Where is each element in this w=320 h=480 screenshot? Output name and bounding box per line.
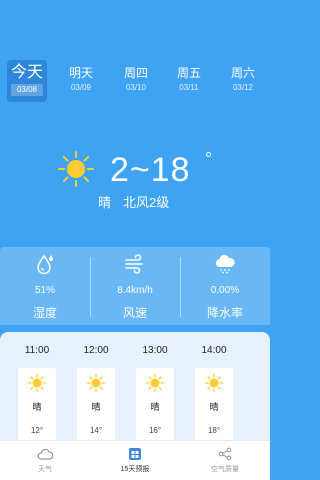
hour-condition: 晴 <box>209 402 219 412</box>
day-tabs: 今天 03/08 明天 03/09 周四 03/10 周五 03/11 周六 0… <box>0 60 270 104</box>
hourly-item[interactable]: 14:00 晴 18° <box>189 344 239 440</box>
hour-time: 11:00 <box>24 345 50 356</box>
hourly-item[interactable]: 13:00 晴 16° <box>130 344 180 440</box>
day-name: 周四 <box>123 66 148 80</box>
precipitation-value: 0.00% <box>210 285 240 296</box>
rain-cloud-icon <box>215 255 235 274</box>
sun-icon <box>28 374 46 392</box>
wind-icon <box>125 254 143 274</box>
wind-text: 北风2级 <box>123 195 170 210</box>
humidity-icon <box>37 254 53 275</box>
stat-precipitation: 0.00% 降水率 <box>180 247 270 325</box>
hourly-item[interactable]: 11:00 晴 12° <box>12 344 62 440</box>
humidity-value: 51% <box>34 285 55 296</box>
bottom-nav: 天气 15天预报 空气质量 <box>0 440 270 480</box>
day-name: 周五 <box>176 66 201 80</box>
day-name: 明天 <box>68 66 93 80</box>
current-condition: 晴北风2级 <box>98 194 169 212</box>
day-date: 03/09 <box>70 83 92 92</box>
hour-time: 14:00 <box>201 345 227 356</box>
day-tab-tomorrow[interactable]: 明天 03/09 <box>61 60 101 102</box>
day-date: 03/10 <box>125 83 147 92</box>
hourly-forecast: 11:00 晴 12° 12:00 晴 14° 13:00 晴 16° 14:0… <box>0 332 270 440</box>
cloud-icon <box>37 448 53 460</box>
hour-temp: 14° <box>89 426 103 435</box>
day-date: 03/11 <box>179 83 199 92</box>
condition-text: 晴 <box>98 195 112 210</box>
sun-icon <box>87 374 105 392</box>
humidity-label: 湿度 <box>32 306 57 320</box>
hour-temp: 12° <box>30 426 44 435</box>
hour-condition: 晴 <box>91 402 101 412</box>
day-name: 周六 <box>230 66 255 80</box>
nav-label: 天气 <box>38 466 52 473</box>
share-icon <box>218 447 232 461</box>
sun-icon <box>205 374 223 392</box>
hour-condition: 晴 <box>32 402 42 412</box>
stats-panel: 51% 湿度 8.4km/h 风速 0.00% 降水率 <box>0 247 270 325</box>
hourly-item[interactable]: 12:00 晴 14° <box>71 344 121 440</box>
day-name: 今天 <box>10 64 43 81</box>
day-date: 03/08 <box>11 84 43 96</box>
hour-temp: 16° <box>148 426 162 435</box>
degree-symbol: ° <box>205 149 213 169</box>
sun-icon <box>58 151 94 187</box>
day-tab-thursday[interactable]: 周四 03/10 <box>116 60 156 102</box>
hour-time: 13:00 <box>142 345 168 356</box>
nav-air-quality[interactable]: 空气质量 <box>180 441 270 480</box>
day-date: 03/12 <box>232 83 254 92</box>
day-tab-today[interactable]: 今天 03/08 <box>7 60 47 102</box>
sun-icon <box>146 374 164 392</box>
nav-label: 空气质量 <box>211 466 239 473</box>
precipitation-label: 降水率 <box>206 306 243 320</box>
temperature-range: 2~18 <box>110 151 191 189</box>
stat-humidity: 51% 湿度 <box>0 247 90 325</box>
day-tab-saturday[interactable]: 周六 03/12 <box>223 60 263 102</box>
stat-wind-speed: 8.4km/h 风速 <box>90 247 180 325</box>
nav-label: 15天预报 <box>120 466 150 473</box>
wind-speed-label: 风速 <box>122 306 147 320</box>
nav-weather[interactable]: 天气 <box>0 441 90 480</box>
day-tab-friday[interactable]: 周五 03/11 <box>169 60 209 102</box>
hour-temp: 18° <box>207 426 221 435</box>
calendar-icon <box>129 448 141 460</box>
nav-15day-forecast[interactable]: 15天预报 <box>90 441 180 480</box>
wind-speed-value: 8.4km/h <box>117 285 153 296</box>
hour-time: 12:00 <box>83 345 109 356</box>
hour-condition: 晴 <box>150 402 160 412</box>
